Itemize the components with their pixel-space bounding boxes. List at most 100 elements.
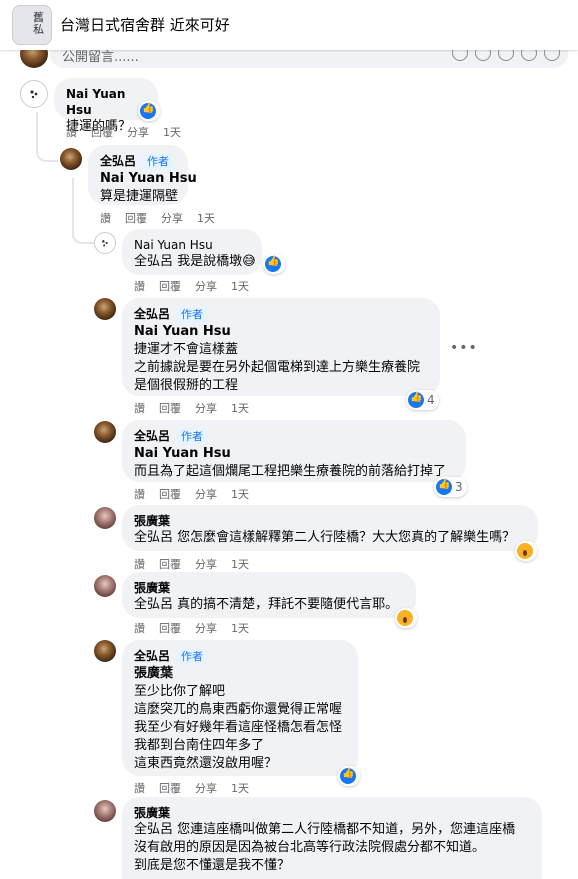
comment-bubble: 全弘呂 作者 Nai Yuan Hsu 算是捷運隔壁 [88,145,197,205]
comment-text: 沒有啟用的原因是因為被台北高等行政法院假處分都不知道。 [134,840,486,855]
comment-age[interactable]: 1天 [231,278,249,294]
share-button[interactable]: 分享 [195,556,217,572]
comment-text-row: 全弘呂 您怎麼會這樣解釋第二人行陸橋？大大您真的了解樂生嗎？ [134,529,526,547]
reply-button[interactable]: 回覆 [159,780,181,796]
comment-actions: 讚 回覆 分享 1天 [134,780,249,796]
like-button[interactable]: 讚 [134,556,145,572]
reaction-badge[interactable] [395,608,417,628]
comment-text: 您連這座橋叫做第二人行陸橋都不知道，另外，您連這座橋 [177,822,516,837]
comment-author[interactable]: 全弘呂 [134,307,170,321]
comment-text: 是個很假掰的工程 [134,378,239,393]
share-button[interactable]: 分享 [195,780,217,796]
share-button[interactable]: 分享 [195,620,217,636]
author-badge: 作者 [176,307,209,323]
mention-tag[interactable]: 全弘呂 [134,597,173,612]
reaction-badge[interactable] [338,766,360,786]
mention-tag[interactable]: 全弘呂 [134,254,173,269]
comment-text: 我都到台南住四年多了 [134,738,265,753]
author-badge: 作者 [142,154,175,170]
like-button[interactable]: 讚 [134,620,145,636]
comment-author[interactable]: 全弘呂 [134,649,170,663]
comment-author[interactable]: 張廣葉 [134,805,530,821]
comment-author[interactable]: 張廣葉 [134,513,526,529]
comment-author[interactable]: Nai Yuan Hsu [66,86,146,118]
avatar[interactable] [94,640,116,662]
comment-age[interactable]: 1天 [231,620,249,636]
comment-text: 我是說橋墩😅 [177,254,256,269]
comment-bubble: Nai Yuan Hsu 全弘呂 我是說橋墩😅 [122,229,262,275]
comment-author[interactable]: 張廣葉 [134,580,404,596]
comment-text-row: 全弘呂 我是說橋墩😅 [134,253,256,271]
comment-actions: 讚 回覆 分享 1天 [100,210,215,226]
reaction-badge[interactable]: 3 [434,477,467,497]
group-thumbnail[interactable]: 舊 私 [12,5,52,45]
avatar[interactable] [94,298,116,320]
comment-age[interactable]: 1天 [231,556,249,572]
like-icon [140,103,156,119]
reply-button[interactable]: 回覆 [125,210,147,226]
reply-button[interactable]: 回覆 [159,486,181,502]
avatar[interactable] [94,507,116,529]
avatar[interactable] [94,800,116,822]
comment-author-row: 全弘呂 作者 [134,648,346,665]
reply-button[interactable]: 回覆 [159,400,181,416]
comment-author[interactable]: 全弘呂 [134,429,170,443]
group-header: 舊 私 台灣日式宿舍群 近來可好 [0,0,578,50]
more-options-icon[interactable]: ••• [450,340,478,356]
comment-age[interactable]: 1天 [231,486,249,502]
share-button[interactable]: 分享 [127,124,149,140]
author-badge: 作者 [176,429,209,445]
comment-text: 之前據說是要在另外起個電梯到達上方樂生療養院 [134,360,421,375]
comment-bubble: 張廣葉 全弘呂 您怎麼會這樣解釋第二人行陸橋？大大您真的了解樂生嗎？ [122,505,538,551]
comment-author[interactable]: Nai Yuan Hsu [134,237,250,253]
comment-text: 真的搞不清楚，拜託不要隨便代言耶。 [177,597,399,612]
comment-text: 我至少有好幾年看這座怪橋怎看怎怪 [134,720,343,735]
mention-tag[interactable]: 張廣葉 [134,665,346,683]
avatar[interactable] [94,575,116,597]
reply-button[interactable]: 回覆 [91,124,113,140]
share-button[interactable]: 分享 [195,278,217,294]
avatar[interactable] [94,421,116,443]
avatar[interactable] [20,80,48,108]
reply-button[interactable]: 回覆 [159,556,181,572]
like-icon [340,768,356,784]
comment-age[interactable]: 1天 [231,780,249,796]
author-badge: 作者 [176,649,209,665]
avatar[interactable] [94,232,116,254]
comment-bubble: 全弘呂 作者 Nai Yuan Hsu 而且為了起這個爛尾工程把樂生療養院的前落給… [122,420,466,482]
comment-author[interactable]: 全弘呂 [100,154,136,168]
mention-tag[interactable]: Nai Yuan Hsu [134,445,454,463]
comment-text: 這東西竟然還沒啟用喔？ [134,756,278,771]
comment-age[interactable]: 1天 [163,124,181,140]
avatar[interactable] [60,148,82,170]
reaction-badge[interactable] [138,101,160,121]
group-title[interactable]: 台灣日式宿舍群 近來可好 [60,14,230,35]
like-button[interactable]: 讚 [100,210,111,226]
reply-button[interactable]: 回覆 [159,278,181,294]
comment-text: 到底是您不懂還是我不懂？ [134,858,291,873]
reaction-count: 4 [427,393,435,407]
mention-tag[interactable]: 全弘呂 [134,530,173,545]
group-thumbnail-text: 舊 私 [33,11,44,36]
comment-author-row: 全弘呂 作者 [134,306,428,323]
reaction-badge[interactable] [515,541,537,561]
share-button[interactable]: 分享 [195,486,217,502]
reaction-badge[interactable] [263,254,285,274]
share-button[interactable]: 分享 [195,400,217,416]
share-button[interactable]: 分享 [161,210,183,226]
comment-actions: 讚 回覆 分享 1天 [134,556,249,572]
reaction-badge[interactable]: 4 [406,390,439,410]
comment-age[interactable]: 1天 [197,210,215,226]
like-button[interactable]: 讚 [66,124,77,140]
like-button[interactable]: 讚 [134,780,145,796]
mention-tag[interactable]: 全弘呂 [134,822,173,837]
comment-bubble: 全弘呂 作者 張廣葉 至少比你了解吧 這麼突兀的鳥東西虧你還覺得正常喔 我至少有好… [122,640,358,776]
like-button[interactable]: 讚 [134,486,145,502]
like-button[interactable]: 讚 [134,278,145,294]
reply-button[interactable]: 回覆 [159,620,181,636]
comment-author-row: 全弘呂 作者 [134,428,454,445]
mention-tag[interactable]: Nai Yuan Hsu [134,323,428,341]
mention-tag[interactable]: Nai Yuan Hsu [100,170,197,188]
comment-age[interactable]: 1天 [231,400,249,416]
like-button[interactable]: 讚 [134,400,145,416]
